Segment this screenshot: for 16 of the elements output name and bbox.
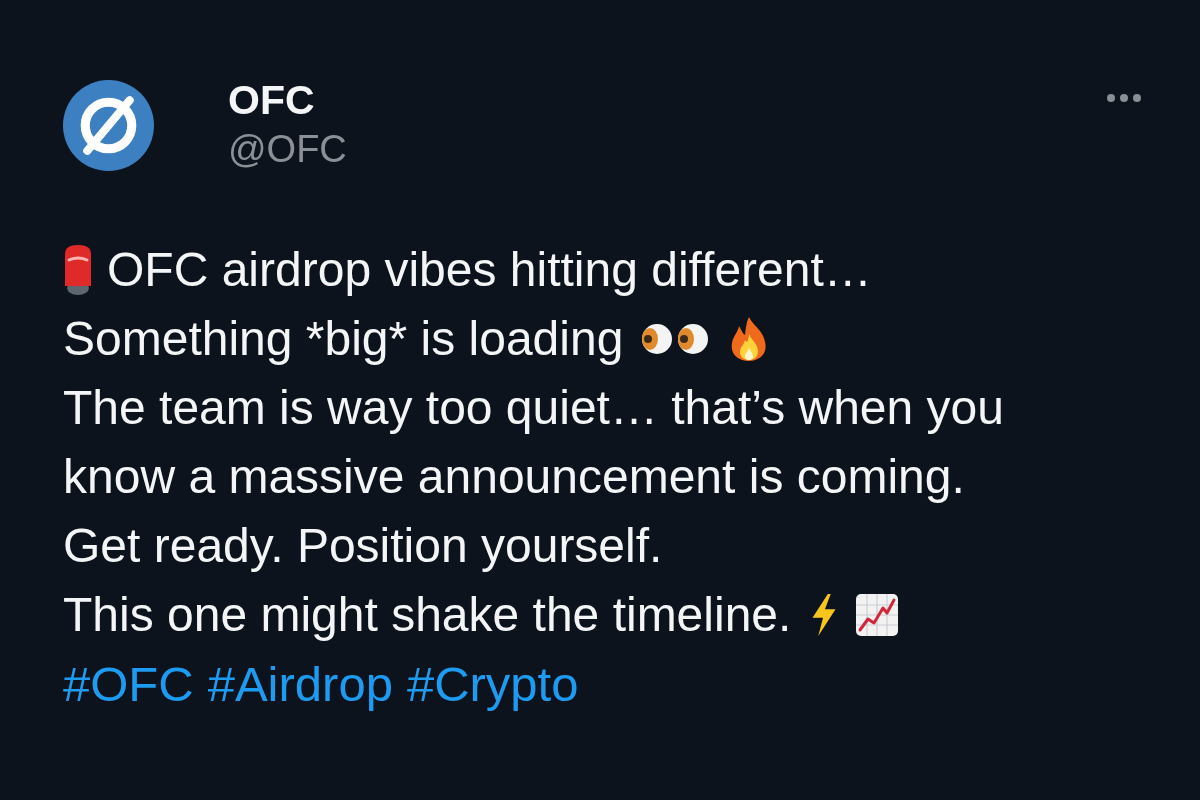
chart-icon xyxy=(855,592,900,637)
logo-avatar-icon xyxy=(63,80,154,171)
post-text: Something *big* is loading xyxy=(63,311,624,366)
hashtag-link[interactable]: #OFC xyxy=(63,655,194,712)
post-text: OFC airdrop vibes hitting different… xyxy=(107,242,872,297)
post-text: The team is way too quiet… that’s when you xyxy=(63,380,1004,435)
post-text: know a massive announcement is coming. xyxy=(63,449,965,504)
author-handle: @OFC xyxy=(228,127,347,171)
post-text: This one might shake the timeline. xyxy=(63,587,792,642)
hashtag-link[interactable]: #Airdrop xyxy=(207,655,393,712)
post-text: Get ready. Position yourself. xyxy=(63,518,663,573)
siren-icon xyxy=(63,243,93,296)
hashtag-link[interactable]: #Crypto xyxy=(406,655,579,712)
eyes-icon xyxy=(641,322,710,355)
author-name: OFC xyxy=(228,78,315,122)
more-options-icon[interactable] xyxy=(1106,93,1142,103)
